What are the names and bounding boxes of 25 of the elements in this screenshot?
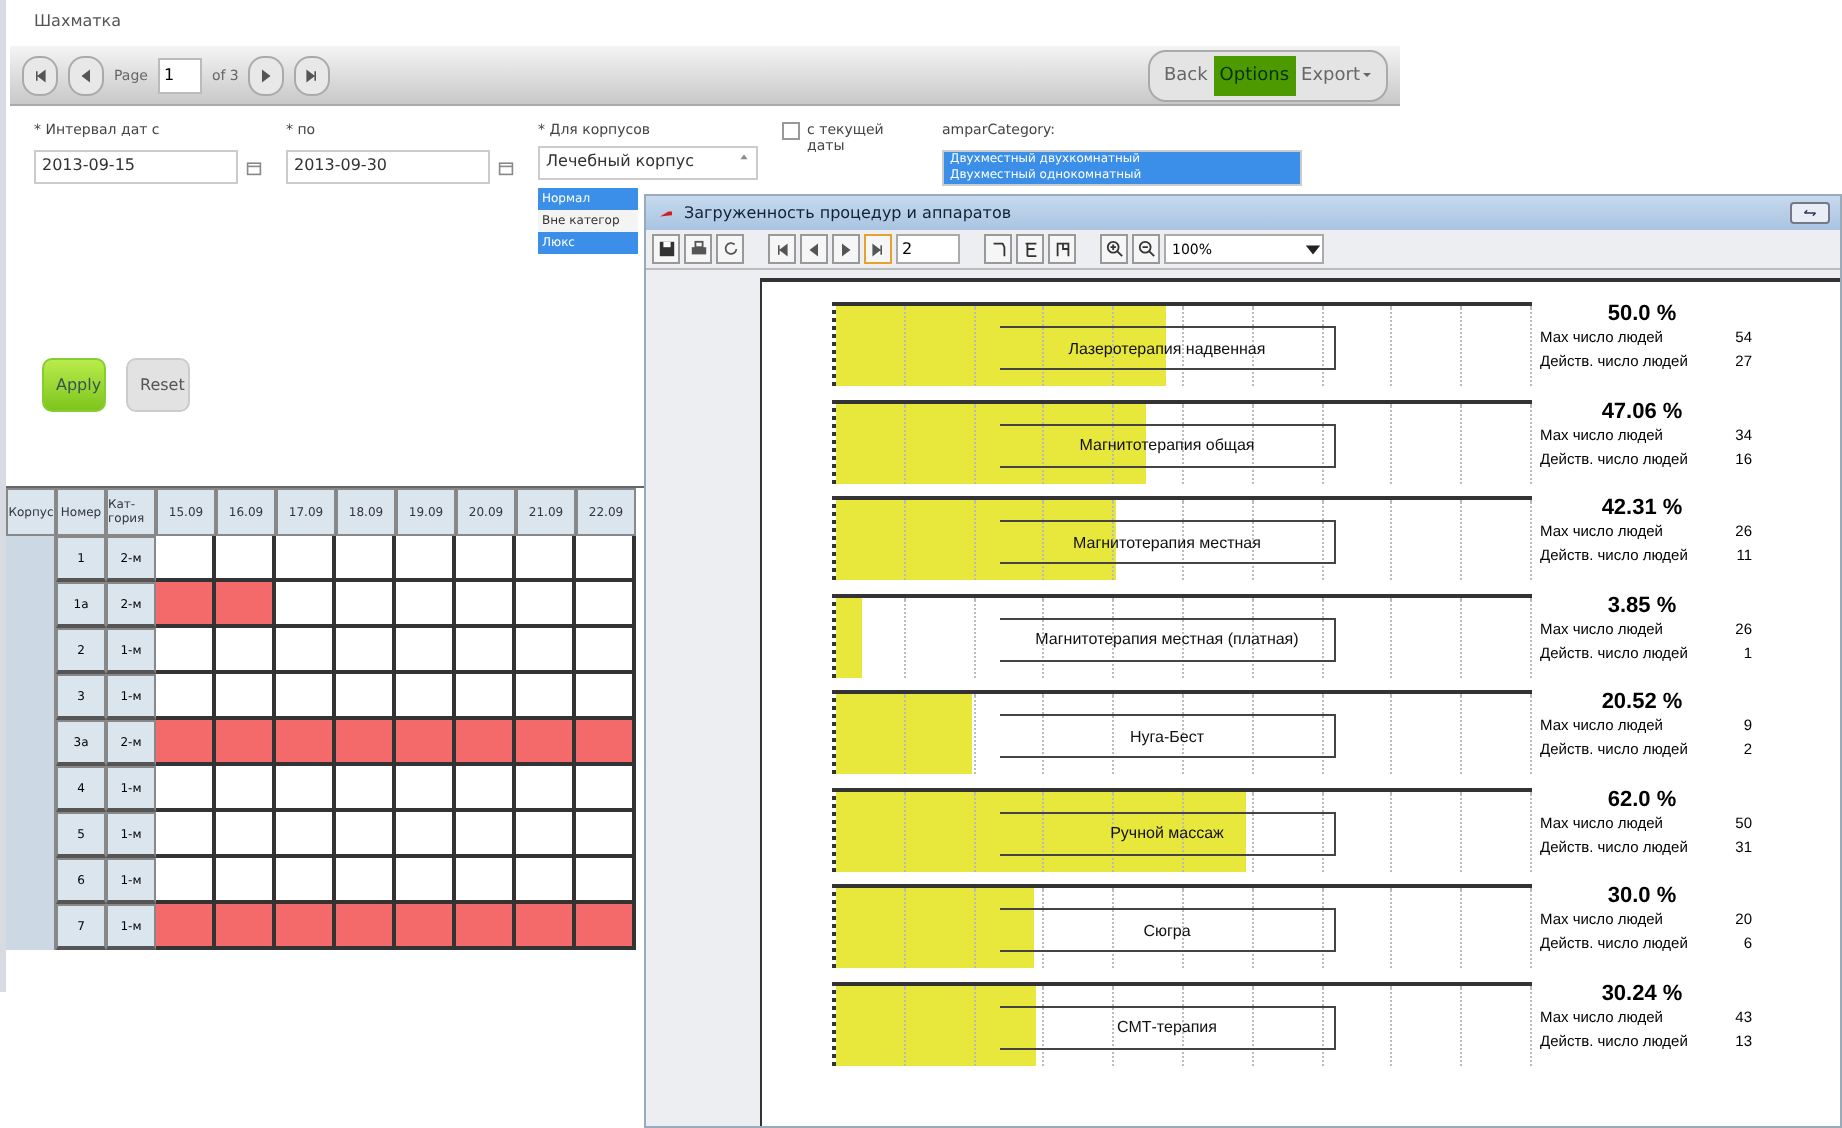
- load-percent: 30.0 %: [1607, 884, 1677, 908]
- reset-button[interactable]: Reset: [126, 358, 190, 412]
- load-percent: 20.52 %: [1601, 690, 1683, 714]
- load-percent: 30.24 %: [1601, 981, 1683, 1005]
- building-select[interactable]: Лечебный корпус: [538, 146, 758, 180]
- procedure-name: СМТ-терапия: [1000, 1005, 1336, 1049]
- action-button[interactable]: Back: [1157, 55, 1214, 95]
- procedure-name: Ручной массаж: [1000, 811, 1336, 855]
- procedure-name: Магнитотерапия местная (платная): [1000, 617, 1336, 661]
- page-input[interactable]: 2: [896, 234, 960, 264]
- action-button[interactable]: Options: [1213, 55, 1296, 95]
- apply-button[interactable]: Apply: [42, 358, 106, 412]
- load-percent: 47.06 %: [1601, 399, 1683, 423]
- date-field[interactable]: 2013-09-30: [286, 150, 490, 184]
- procedure-name: Сюгра: [1000, 908, 1336, 952]
- date-field[interactable]: 2013-09-15: [34, 150, 238, 184]
- load-percent: 42.31 %: [1601, 496, 1683, 520]
- action-button[interactable]: Export: [1295, 55, 1378, 95]
- page-input[interactable]: 1: [157, 57, 202, 93]
- window-title: Загруженность процедур и аппаратов: [684, 204, 1012, 222]
- load-percent: 62.0 %: [1607, 787, 1677, 811]
- page-title: Шахматка: [32, 10, 124, 34]
- load-percent: 50.0 %: [1607, 302, 1677, 326]
- load-percent: 3.85 %: [1607, 593, 1677, 617]
- procedure-name: Нуга-Бест: [1000, 714, 1336, 758]
